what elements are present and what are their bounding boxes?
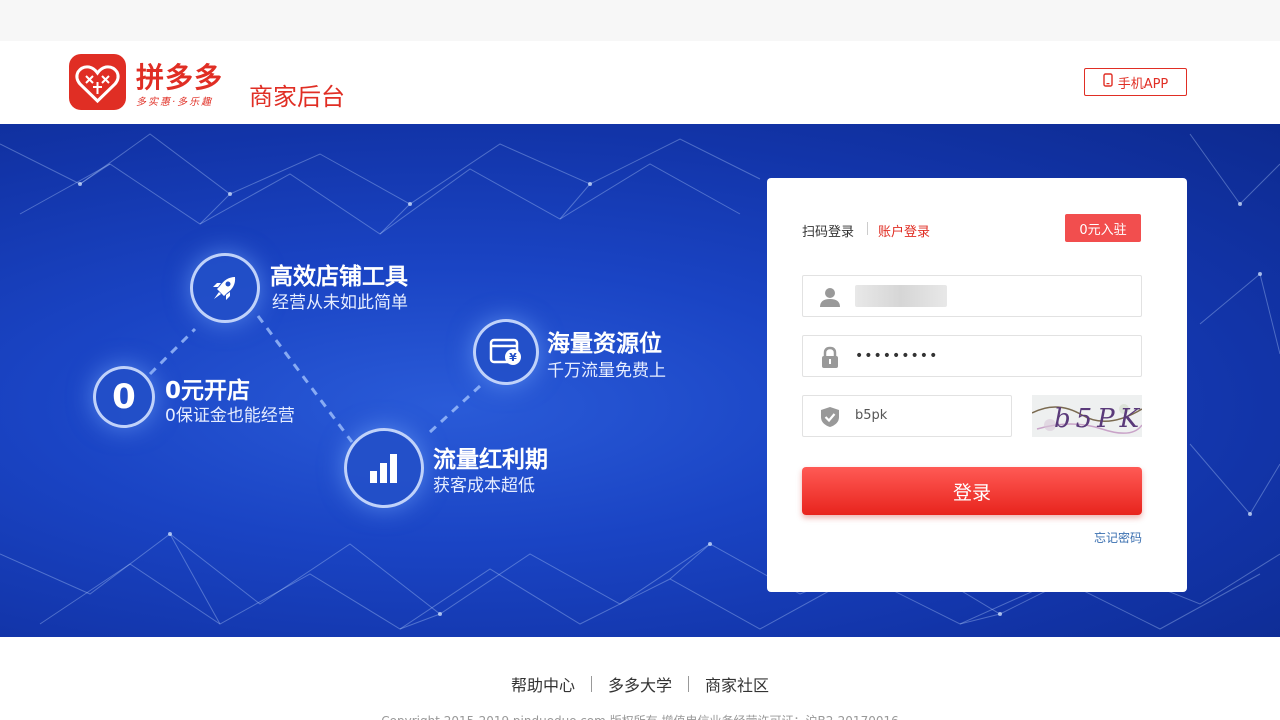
logo-name: 拼多多 xyxy=(136,61,224,94)
feature-desc-resources: 千万流量免费上 xyxy=(547,361,666,381)
rocket-icon xyxy=(190,253,260,323)
password-value: ••••••••• xyxy=(855,348,939,364)
mobile-app-label: 手机APP xyxy=(1117,76,1169,92)
tab-account-login[interactable]: 账户登录 xyxy=(878,221,930,240)
login-button[interactable]: 登录 xyxy=(802,467,1142,515)
footer-divider xyxy=(688,676,689,692)
feature-title-zero-shop: 0元开店 xyxy=(165,378,251,404)
logo-slogan: 多实惠·多乐趣 xyxy=(136,97,214,108)
captcha-field[interactable]: b5pk xyxy=(802,395,1012,437)
login-card: 扫码登录 账户登录 0元入驻 ••••••••• b5pk b5PK 登录 忘记… xyxy=(767,178,1187,592)
footer-link-help-center[interactable]: 帮助中心 xyxy=(511,672,575,696)
page-subtitle: 商家后台 xyxy=(249,83,345,111)
footer-links: 帮助中心 多多大学 商家社区 xyxy=(0,672,1280,696)
pinduoduo-logo-icon[interactable] xyxy=(69,54,126,110)
forgot-password-link[interactable]: 忘记密码 xyxy=(1094,529,1142,546)
join-free-button[interactable]: 0元入驻 xyxy=(1065,214,1141,242)
zero-icon: 0 xyxy=(93,366,155,428)
username-field[interactable] xyxy=(802,275,1142,317)
copyright-text: Copyright 2015-2019 pinduoduo.com 版权所有 增… xyxy=(0,712,1280,720)
top-bar xyxy=(0,0,1280,41)
feature-desc-zero-shop: 0保证金也能经营 xyxy=(165,406,295,426)
bar-chart-icon xyxy=(344,428,424,508)
phone-icon xyxy=(1103,73,1113,91)
captcha-image[interactable]: b5PK xyxy=(1032,395,1142,437)
tab-qr-login[interactable]: 扫码登录 xyxy=(802,221,854,240)
tab-divider xyxy=(867,222,868,235)
yuan-window-icon: ¥ xyxy=(473,319,539,385)
footer-link-duoduo-university[interactable]: 多多大学 xyxy=(608,672,672,696)
feature-desc-shop-tools: 经营从未如此简单 xyxy=(272,293,408,313)
user-icon xyxy=(819,286,841,308)
svg-text:¥: ¥ xyxy=(509,351,517,364)
feature-desc-traffic: 获客成本超低 xyxy=(433,476,535,496)
shield-check-icon xyxy=(819,406,841,428)
feature-title-traffic: 流量红利期 xyxy=(433,447,548,473)
lock-icon xyxy=(819,346,841,368)
footer-link-merchant-community[interactable]: 商家社区 xyxy=(705,672,769,696)
feature-title-shop-tools: 高效店铺工具 xyxy=(270,264,408,290)
username-value-blurred xyxy=(855,285,947,307)
mobile-app-button[interactable]: 手机APP xyxy=(1084,68,1187,96)
header: 拼多多 多实惠·多乐趣 商家后台 手机APP xyxy=(0,41,1280,124)
feature-title-resources: 海量资源位 xyxy=(547,331,662,357)
captcha-value: b5pk xyxy=(855,408,888,423)
captcha-text: b5PK xyxy=(1054,404,1142,434)
footer-divider xyxy=(590,676,592,692)
password-field[interactable]: ••••••••• xyxy=(802,335,1142,377)
